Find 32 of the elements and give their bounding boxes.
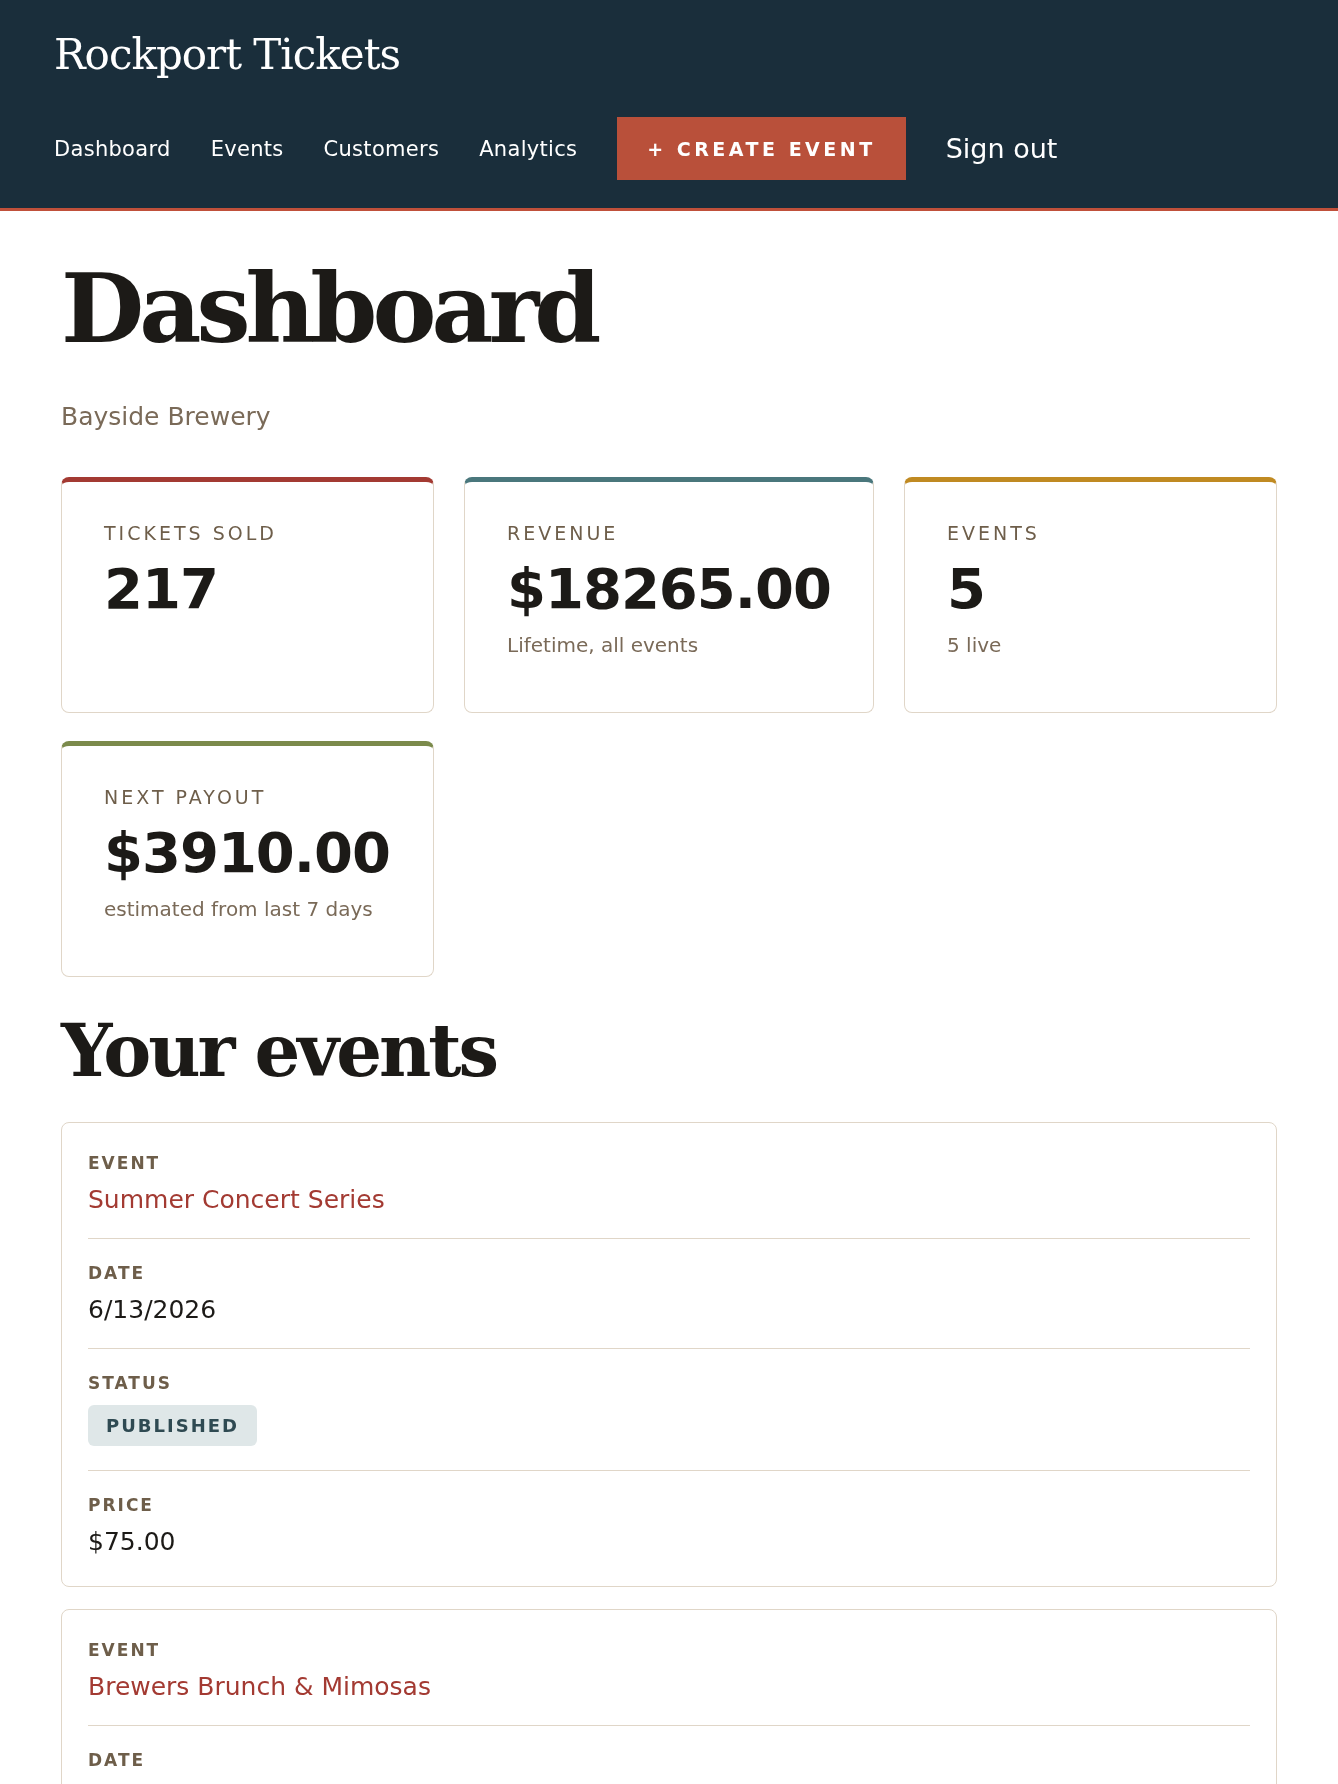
event-link[interactable]: Summer Concert Series xyxy=(88,1185,385,1214)
status-badge: PUBLISHED xyxy=(88,1405,257,1446)
stat-note: estimated from last 7 days xyxy=(104,896,374,921)
stat-label: TICKETS SOLD xyxy=(104,521,278,544)
brand-logo[interactable]: Rockport Tickets xyxy=(54,30,1284,79)
nav-link[interactable]: Events xyxy=(210,136,284,161)
field-label: EVENT xyxy=(88,1153,162,1173)
field-label: DATE xyxy=(88,1750,147,1770)
stat-value: 5 xyxy=(947,555,986,621)
business-name: Bayside Brewery xyxy=(61,401,272,431)
field-value: $75.00 xyxy=(88,1527,177,1556)
field-label: EVENT xyxy=(88,1640,162,1660)
nav-link[interactable]: Customers xyxy=(323,136,440,161)
stat-note: Lifetime, all events xyxy=(507,632,700,657)
stat-note: 5 live xyxy=(947,632,1003,657)
stat-value: $3910.00 xyxy=(104,819,391,885)
event-link[interactable]: Brewers Brunch & Mimosas xyxy=(88,1672,431,1701)
field-label: STATUS xyxy=(88,1373,173,1393)
stat-label: NEXT PAYOUT xyxy=(104,785,268,808)
stat-value: 217 xyxy=(104,555,219,621)
nav-link[interactable]: Analytics xyxy=(479,136,578,161)
sign-out-link[interactable]: Sign out xyxy=(945,133,1058,164)
create-event-button[interactable]: + CREATE EVENT xyxy=(617,117,906,180)
field-label: DATE xyxy=(88,1263,147,1283)
field-value: 6/13/2026 xyxy=(88,1295,218,1324)
stat-label: EVENTS xyxy=(947,521,1041,544)
page-title: Dashboard xyxy=(61,251,598,367)
stat-label: REVENUE xyxy=(507,521,620,544)
section-title: Your events xyxy=(61,1010,498,1090)
field-label: PRICE xyxy=(88,1495,155,1515)
nav-link[interactable]: Dashboard xyxy=(54,136,171,161)
stat-value: $18265.00 xyxy=(507,555,831,621)
